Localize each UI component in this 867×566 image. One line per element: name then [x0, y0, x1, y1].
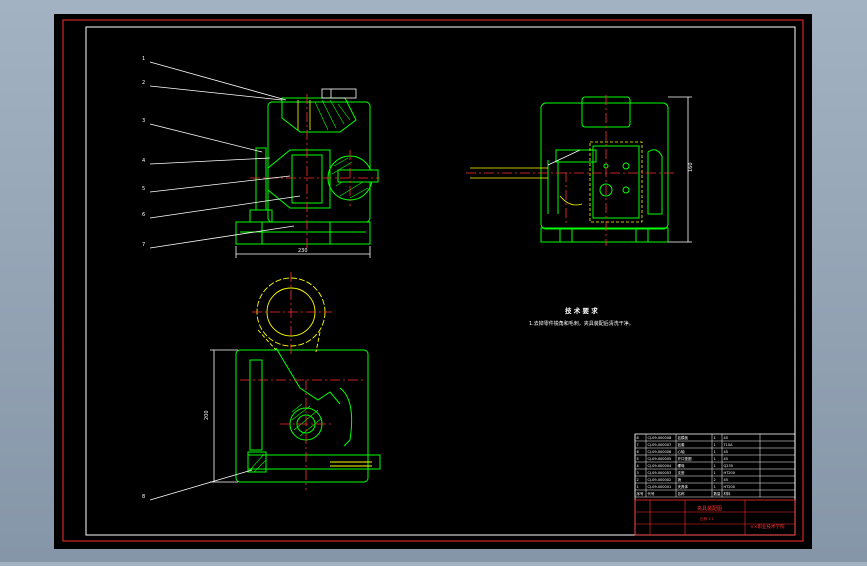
part-label-4: 4 [142, 158, 145, 164]
bom-cell: 1 [714, 457, 716, 461]
bom-cell: 销 [678, 477, 682, 482]
bom-cell: Q235 [724, 464, 733, 468]
bom-header-cell: 数量 [714, 491, 722, 496]
top-part-label-8: 8 [142, 494, 145, 500]
bom-header-cell: 序号 [637, 491, 645, 496]
part-label-6: 6 [142, 212, 145, 218]
bom-cell: 2 [714, 478, 716, 482]
part-label-2: 2 [142, 80, 145, 86]
bom-cell: 1 [714, 436, 716, 440]
title-scale-row: 比例 1:1 [700, 516, 714, 521]
part-label-5: 5 [142, 186, 145, 192]
bom-cell: 1 [714, 471, 716, 475]
bom-cell: 6 [637, 450, 639, 454]
bom-cell: CJ-09-000003 [648, 471, 672, 475]
bom-cell: 1 [714, 450, 716, 454]
bom-header-cell: 名称 [678, 491, 686, 496]
bom-cell: 45 [724, 450, 728, 454]
bom-header-cell: 材料 [724, 491, 732, 496]
bom-cell: 2 [637, 478, 639, 482]
cad-viewport[interactable]: 1 2 3 4 5 6 7 230 160 8 200 技 术 要 求 1.去掉… [0, 0, 867, 562]
bom-cell: 心轴 [678, 449, 686, 454]
part-label-7: 7 [142, 242, 145, 248]
bom-cell: 45 [724, 478, 728, 482]
bom-cell: CJ-09-000001 [648, 485, 672, 489]
bom-cell: 开口垫圈 [678, 456, 692, 461]
bom-cell: 支座 [678, 470, 686, 475]
bom-cell: 8 [637, 436, 639, 440]
front-dimension-text: 230 [298, 248, 308, 254]
bom-header-cell: 代号 [648, 491, 656, 496]
bom-cell: 1 [714, 464, 716, 468]
bom-cell: 3 [637, 471, 639, 475]
bom-cell: 钻模板 [678, 435, 689, 440]
bom-cell: HT200 [724, 485, 735, 489]
tech-requirements-body: 1.去掉零件锐角和毛刺，夹具装配后清洗干净。 [529, 320, 634, 327]
bom-cell: 夹具体 [678, 484, 689, 489]
tech-requirements-title: 技 术 要 求 [565, 306, 598, 315]
bom-cell: 45 [724, 457, 728, 461]
bom-cell: 钻套 [678, 442, 686, 447]
side-dimension-text: 160 [688, 162, 694, 172]
bom-cell: CJ-09-000004 [648, 464, 672, 468]
top-dimension-text: 200 [204, 410, 210, 420]
title-school: ××职业技术学院 [750, 523, 785, 530]
bom-cell: 5 [637, 457, 639, 461]
bom-cell: CJ-09-000006 [648, 450, 672, 454]
bom-cell: 45 [724, 436, 728, 440]
bom-cell: CJ-09-000002 [648, 478, 672, 482]
bom-cell: 1 [714, 443, 716, 447]
bom-cell: CJ-09-000007 [648, 443, 672, 447]
bom-cell: T10A [723, 443, 734, 447]
bom-cell: 螺母 [678, 463, 686, 468]
part-label-1: 1 [142, 56, 145, 62]
bom-cell: 1 [637, 485, 639, 489]
bom-cell: CJ-09-000008 [648, 436, 672, 440]
front-bolt [337, 169, 379, 183]
bom-cell: 7 [637, 443, 639, 447]
bom-cell: HT200 [724, 471, 735, 475]
title-drawing-name: 夹具装配图 [697, 505, 722, 512]
bom-cell: CJ-09-000005 [648, 457, 672, 461]
bom-cell: 1 [714, 485, 716, 489]
drawing-canvas: 1 2 3 4 5 6 7 230 160 8 200 技 术 要 求 1.去掉… [54, 14, 812, 549]
part-label-3: 3 [142, 118, 145, 124]
